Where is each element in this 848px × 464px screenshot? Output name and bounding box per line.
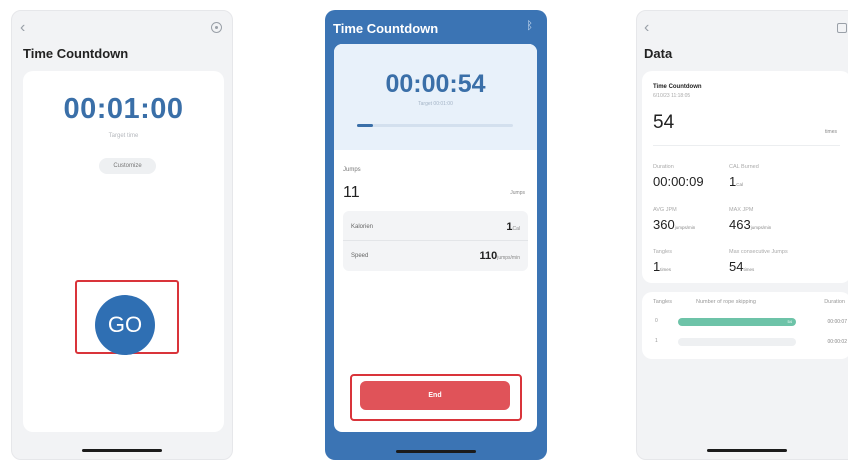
session-data-screen: ‹ Data Time Countdown 6/10/23 11:18:05 5… bbox=[636, 10, 848, 460]
target-time-display[interactable]: 00:01:00 bbox=[23, 93, 224, 126]
stat-value: 1Cal bbox=[506, 221, 520, 233]
stat-duration: Duration 00:00:09 bbox=[653, 164, 704, 189]
target-subtitle: Target 00:01:00 bbox=[418, 101, 453, 107]
stat-label: Kalorien bbox=[351, 224, 374, 230]
jumps-value: 11 bbox=[343, 184, 360, 201]
jumps-unit: Jumps bbox=[510, 190, 525, 196]
chevron-left-icon[interactable]: ‹ bbox=[20, 19, 25, 37]
progress-bar bbox=[678, 338, 796, 346]
timer-section: 00:00:54 Target 00:01:00 bbox=[334, 44, 537, 150]
summary-date: 6/10/23 11:18:05 bbox=[653, 93, 691, 99]
stat-avg-jpm: AVG JPM 360jumps/min bbox=[653, 207, 696, 232]
divider bbox=[653, 145, 840, 146]
page-title: Time Countdown bbox=[333, 21, 439, 36]
page-title: Time Countdown bbox=[23, 46, 129, 61]
summary-title: Time Countdown bbox=[653, 84, 702, 90]
go-button[interactable]: GO bbox=[95, 295, 155, 355]
stat-max-consecutive: Max consecutive Jumps 54times bbox=[729, 249, 788, 274]
stat-row-calories: Kalorien 1Cal bbox=[343, 213, 528, 241]
total-unit: times bbox=[825, 129, 837, 135]
progress-fill bbox=[357, 124, 373, 127]
row-index: 0 bbox=[655, 318, 658, 324]
end-button[interactable]: End bbox=[360, 381, 510, 410]
countdown-running-screen: Time Countdown ᛒ 00:00:54 Target 00:01:0… bbox=[325, 10, 547, 460]
jumps-label: Jumps bbox=[343, 167, 361, 173]
countdown-setup-screen: ‹ Time Countdown 00:01:00 Target time Cu… bbox=[11, 10, 233, 460]
stat-tangles: Tangles 1times bbox=[653, 249, 672, 274]
share-icon[interactable] bbox=[837, 23, 847, 33]
target-time-label: Target time bbox=[108, 133, 139, 139]
stat-max-jpm: MAX JPM 463jumps/min bbox=[729, 207, 772, 232]
summary-card: Time Countdown 6/10/23 11:18:05 54 times… bbox=[642, 71, 848, 283]
page-title: Data bbox=[644, 46, 673, 61]
tangles-table: Tangles Number of rope skipping Duration… bbox=[642, 292, 848, 359]
countdown-timer: 00:00:54 bbox=[385, 70, 486, 98]
stat-label: Speed bbox=[351, 253, 369, 259]
stats-box: Kalorien 1Cal Speed 110jumps/min bbox=[343, 211, 528, 271]
progress-bar bbox=[357, 124, 513, 127]
progress-bar: 54 bbox=[678, 318, 796, 326]
row-index: 1 bbox=[655, 338, 658, 344]
session-panel: 00:00:54 Target 00:01:00 Jumps 11 Jumps … bbox=[334, 44, 537, 432]
gear-icon[interactable] bbox=[211, 22, 222, 33]
home-indicator bbox=[396, 450, 476, 453]
table-header: Tangles bbox=[653, 299, 672, 305]
stat-row-speed: Speed 110jumps/min bbox=[343, 242, 528, 270]
total-jumps: 54 bbox=[653, 112, 675, 133]
home-indicator bbox=[707, 449, 787, 452]
stat-calories: CAL Burned 1Cal bbox=[729, 164, 759, 189]
customize-button[interactable]: Customize bbox=[99, 158, 156, 174]
canvas: ‹ Time Countdown 00:01:00 Target time Cu… bbox=[0, 0, 848, 464]
row-duration: 00:00:07 bbox=[827, 319, 847, 325]
stat-value: 110jumps/min bbox=[479, 250, 520, 262]
chevron-left-icon[interactable]: ‹ bbox=[644, 19, 649, 37]
home-indicator bbox=[82, 449, 162, 452]
bar-count: 54 bbox=[787, 319, 792, 324]
bluetooth-icon: ᛒ bbox=[526, 20, 533, 32]
timer-card: 00:01:00 Target time Customize bbox=[23, 71, 224, 432]
table-header: Number of rope skipping bbox=[696, 299, 756, 305]
table-header: Duration bbox=[824, 299, 845, 305]
row-duration: 00:00:02 bbox=[827, 339, 847, 345]
